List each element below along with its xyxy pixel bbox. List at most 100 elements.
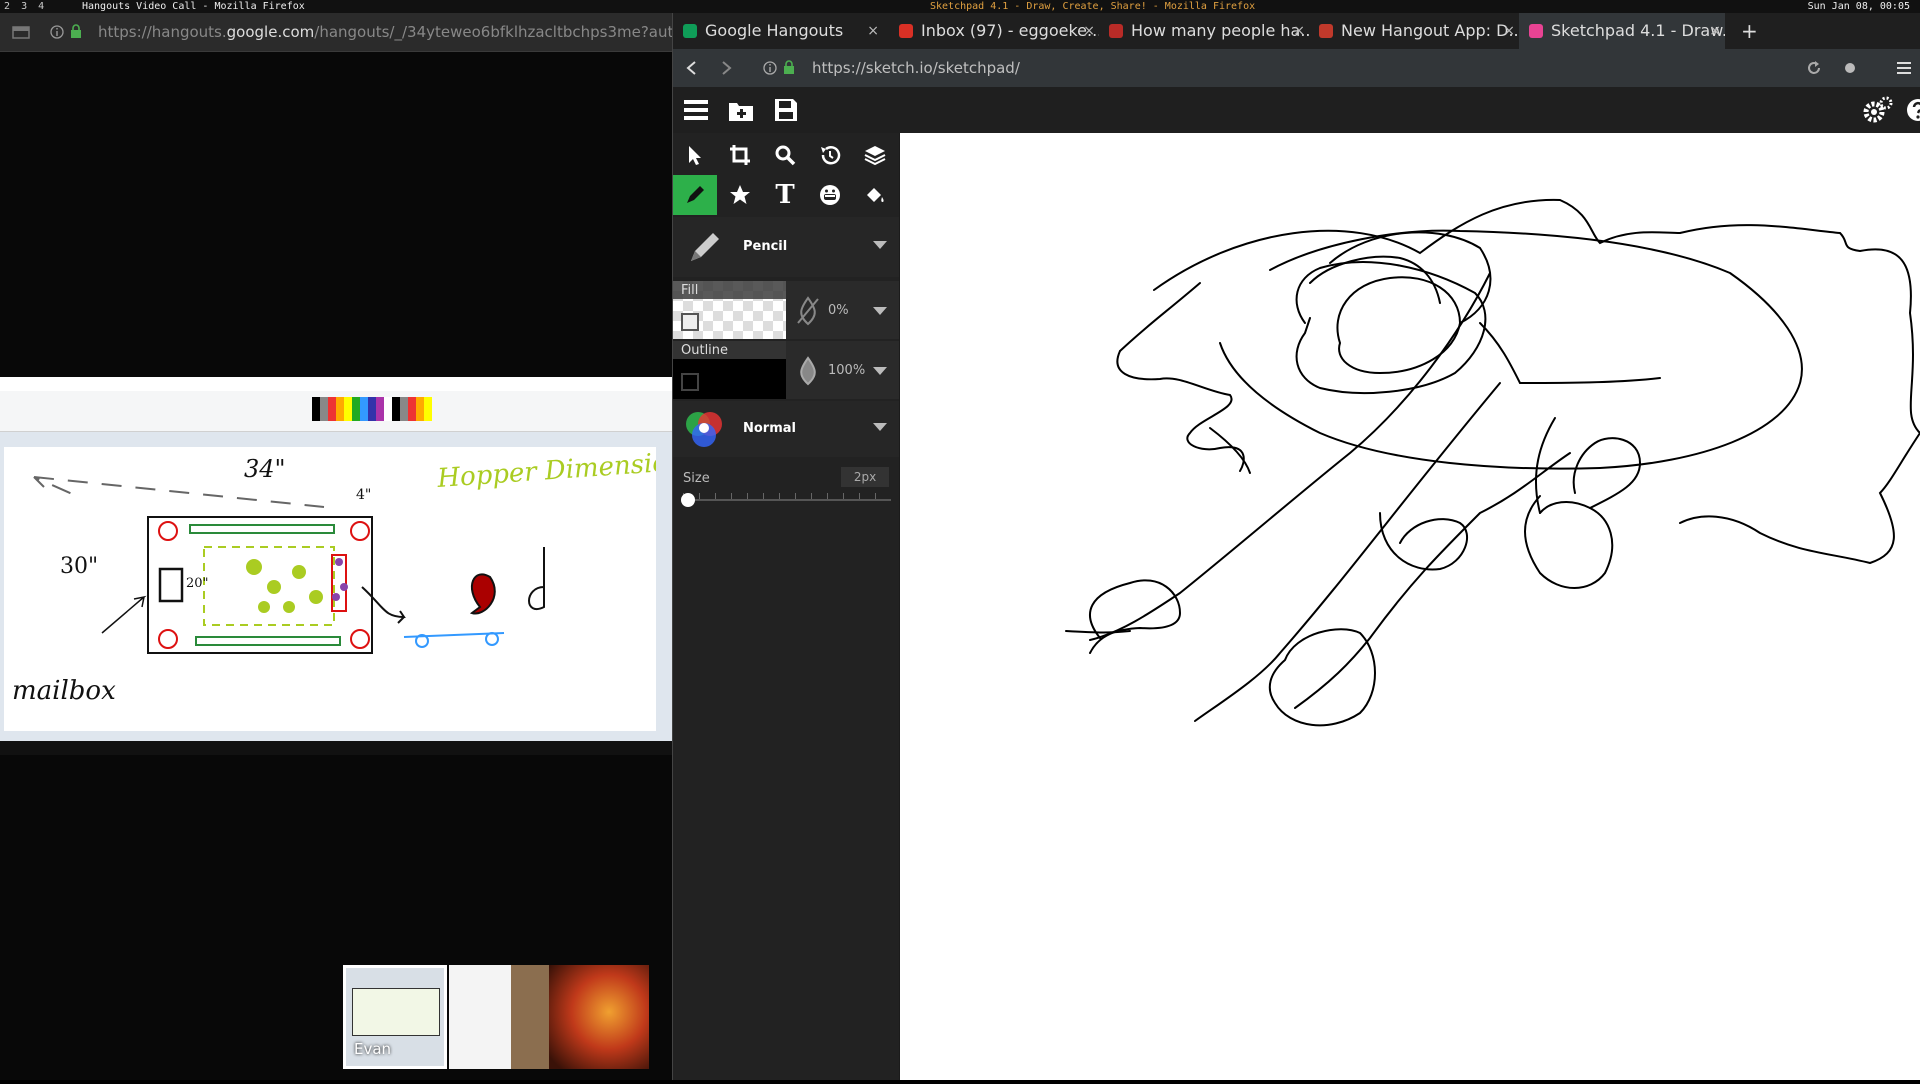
chevron-down-icon[interactable]: [873, 367, 887, 377]
zoom-tool[interactable]: [763, 135, 807, 175]
lock-icon: [784, 60, 794, 74]
opacity-drop-icon: [800, 356, 816, 386]
back-icon[interactable]: [683, 59, 701, 77]
close-tab-icon[interactable]: ×: [1503, 13, 1515, 49]
tab-google-hangouts[interactable]: Google Hangouts ×: [683, 13, 883, 49]
workspace-2[interactable]: 2: [4, 1, 10, 12]
size-label: Size: [683, 471, 710, 486]
close-tab-icon[interactable]: ×: [1709, 13, 1721, 49]
shared-screen-video: 34" 4" 30" 20" mailbox Hopper Dimensions: [0, 377, 699, 755]
forward-icon[interactable]: [717, 59, 735, 77]
participant-thumb-3[interactable]: [549, 965, 649, 1069]
close-tab-icon[interactable]: ×: [1083, 13, 1095, 49]
news-favicon-icon: [1319, 24, 1333, 38]
star-icon: [730, 185, 750, 204]
participant-thumb-2[interactable]: [449, 965, 549, 1069]
tab-sketchpad[interactable]: Sketchpad 4.1 - Draw... ×: [1519, 13, 1725, 49]
extension-icon[interactable]: [1841, 59, 1859, 77]
workspace-switcher[interactable]: 2 3 4: [4, 0, 49, 13]
color-wheel-icon: [686, 412, 722, 447]
chevron-down-icon[interactable]: [873, 307, 887, 317]
close-tab-icon[interactable]: ×: [1293, 13, 1305, 49]
save-icon[interactable]: [773, 97, 799, 123]
pencil-tool[interactable]: [673, 175, 717, 215]
info-icon[interactable]: [763, 61, 777, 75]
new-tab-button[interactable]: +: [1741, 13, 1765, 49]
reload-icon[interactable]: [1805, 59, 1823, 77]
annotation-hopper-dimensions: Hopper Dimensions: [435, 447, 656, 494]
size-slider[interactable]: [681, 493, 891, 507]
fill-tool[interactable]: [853, 175, 897, 215]
participant-thumb-evan[interactable]: Evan: [343, 965, 447, 1069]
select-tool[interactable]: [673, 135, 717, 175]
text-tool[interactable]: T: [763, 175, 807, 215]
fill-opacity-control[interactable]: 0%: [786, 281, 899, 339]
sketchpad-app-bar: [673, 87, 1920, 133]
hamburger-menu-icon[interactable]: [1895, 59, 1913, 77]
history-icon: [821, 146, 841, 165]
hangouts-url[interactable]: https://hangouts.google.com/hangouts/_/3…: [98, 23, 749, 41]
fill-checkbox[interactable]: [681, 313, 699, 331]
workspace-3[interactable]: 3: [21, 1, 27, 12]
help-icon[interactable]: [1905, 97, 1920, 123]
outline-color-swatch[interactable]: Outline: [673, 341, 786, 399]
pointer-icon: [689, 146, 701, 165]
settings-gears-icon[interactable]: [1863, 95, 1893, 125]
crop-tool[interactable]: [718, 135, 762, 175]
outline-opacity-value: 100%: [828, 363, 866, 378]
text-tool-icon: T: [775, 180, 795, 210]
fill-opacity-value: 0%: [828, 303, 849, 318]
sketchpad-url[interactable]: https://sketch.io/sketchpad/: [812, 59, 1020, 77]
info-icon[interactable]: [50, 25, 64, 39]
sidebar-icon[interactable]: [12, 24, 30, 40]
pencil-brush-icon: [691, 233, 719, 261]
hangouts-address-bar[interactable]: https://hangouts.google.com/hangouts/_/3…: [0, 13, 749, 52]
clock: Sun Jan 08, 00:05: [1807, 1, 1910, 12]
focused-window-title: Sketchpad 4.1 - Draw, Create, Share! - M…: [930, 1, 1256, 12]
brush-name: Pencil: [743, 239, 788, 254]
size-slider-thumb[interactable]: [681, 493, 695, 507]
shapes-tool[interactable]: [718, 175, 762, 215]
chevron-down-icon[interactable]: [873, 423, 887, 433]
layers-tool[interactable]: [853, 135, 897, 175]
close-tab-icon[interactable]: ×: [867, 13, 879, 49]
tab-strip: Google Hangouts × Inbox (97) - eggoeke...…: [673, 13, 1920, 49]
tab-quora[interactable]: How many people ha... ×: [1109, 13, 1309, 49]
navigation-bar: https://sketch.io/sketchpad/: [673, 49, 1920, 87]
workspace-4[interactable]: 4: [38, 1, 44, 12]
outline-label: Outline: [681, 343, 729, 358]
tab-inbox[interactable]: Inbox (97) - eggoeke... ×: [899, 13, 1099, 49]
chevron-down-icon[interactable]: [873, 241, 887, 251]
tab-new-hangout-app[interactable]: New Hangout App: D... ×: [1319, 13, 1519, 49]
fill-color-swatch[interactable]: Fill: [673, 281, 786, 339]
left-window-title: Hangouts Video Call - Mozilla Firefox: [82, 1, 305, 12]
paint-color-palette: [312, 397, 432, 421]
annotation-4: 4": [356, 487, 371, 503]
clipart-tool[interactable]: [808, 175, 852, 215]
sketchpad-window: Google Hangouts × Inbox (97) - eggoeke...…: [672, 13, 1920, 1080]
outline-opacity-control[interactable]: 100%: [786, 341, 899, 399]
open-folder-icon[interactable]: [727, 97, 755, 123]
paint-titlebar: [0, 377, 672, 392]
crop-icon: [730, 145, 750, 165]
hangouts-favicon-icon: [683, 24, 697, 38]
hopper-drawing: 34" 4" 30" 20" mailbox Hopper Dimensions: [12, 446, 699, 706]
quora-favicon-icon: [1109, 24, 1123, 38]
blend-mode-selector[interactable]: Normal: [673, 401, 899, 457]
outline-checkbox[interactable]: [681, 373, 699, 391]
brush-selector[interactable]: Pencil: [673, 217, 899, 277]
hangouts-window: https://hangouts.google.com/hangouts/_/3…: [0, 13, 749, 1080]
mail-favicon-icon: [899, 24, 913, 38]
history-tool[interactable]: [808, 135, 852, 175]
no-fill-drop-icon: [797, 296, 819, 326]
participant-thumbnails: Evan: [343, 965, 649, 1069]
menu-icon[interactable]: [683, 98, 709, 122]
annotation-20: 20": [186, 576, 209, 591]
layers-icon: [864, 146, 886, 166]
paint-bucket-icon: [867, 188, 884, 202]
drawing-canvas[interactable]: [900, 133, 1920, 1080]
annotation-30: 30": [60, 554, 98, 579]
size-value-field[interactable]: 2px: [841, 467, 889, 487]
scribble-drawing: [1065, 198, 1920, 727]
thumb-preview: [352, 988, 440, 1036]
